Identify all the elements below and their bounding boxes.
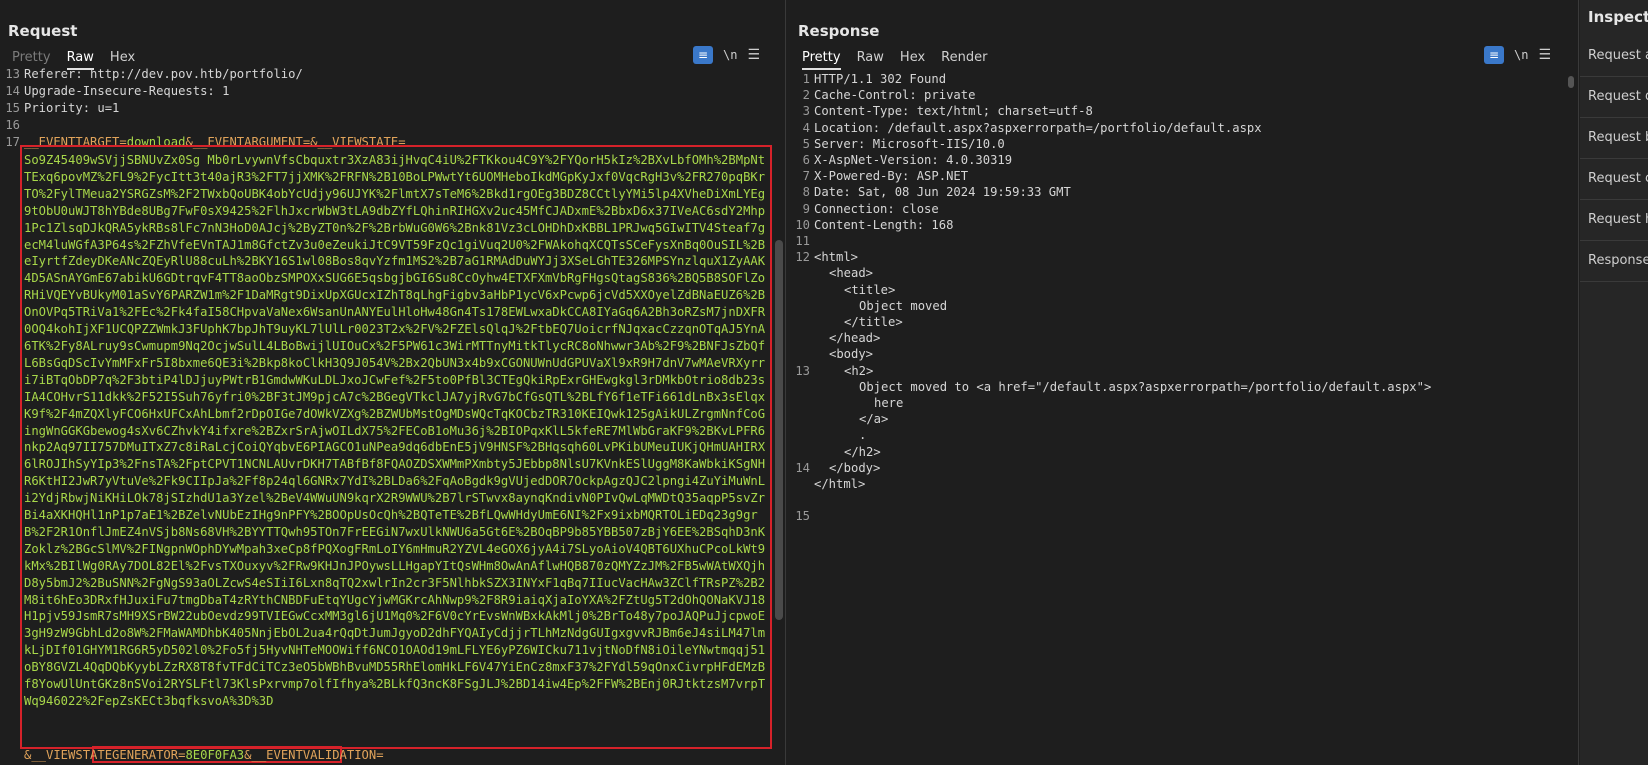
line-number: 8 <box>802 185 810 200</box>
menu-icon[interactable]: ☰ <box>747 47 760 63</box>
inspector-pane: Inspector Request attributes Request que… <box>1580 0 1648 765</box>
tab-pretty[interactable]: Pretty <box>802 48 841 70</box>
html-line: Object moved <box>859 298 948 313</box>
html-line: </title> <box>844 315 903 329</box>
line-number: 2 <box>802 88 810 103</box>
header-line: Location: /default.aspx?aspxerrorpath=/p… <box>814 120 1262 135</box>
header-line: Connection: close <box>814 201 939 216</box>
header-line: X-AspNet-Version: 4.0.30319 <box>814 153 1013 167</box>
menu-icon[interactable]: ☰ <box>1538 47 1551 63</box>
line-number: 15 <box>5 101 20 115</box>
html-line: </html> <box>814 477 866 491</box>
inspector-item[interactable]: Request cookies <box>1580 162 1648 200</box>
wrap-lines-icon[interactable]: ≡ <box>693 46 713 64</box>
line-number: 13 <box>5 67 20 81</box>
html-line: </body> <box>829 460 881 475</box>
header-line: X-Powered-By: ASP.NET <box>814 169 969 184</box>
html-line: <head> <box>829 266 874 281</box>
line-number: 11 <box>795 234 810 248</box>
header-line: HTTP/1.1 302 Found <box>814 72 947 86</box>
line-number: 12 <box>795 250 810 265</box>
code-line: Referer: http://dev.pov.htb/portfolio/ <box>24 67 303 81</box>
html-line: <html> <box>814 250 859 265</box>
response-editor[interactable]: 1 HTTP/1.1 302 Found 2 Cache-Control: priva… <box>790 70 1578 765</box>
line-number: 4 <box>802 120 810 135</box>
param-key: &__EVENTVALIDATION= <box>244 748 384 762</box>
tab-render[interactable]: Render <box>941 48 987 70</box>
line-number: 9 <box>802 201 810 216</box>
line-number: 17 <box>5 135 20 149</box>
request-scrollbar[interactable] <box>775 240 783 620</box>
param-value: 8E0F0FA3 <box>185 748 245 762</box>
header-line: Cache-Control: private <box>814 88 976 103</box>
html-line: </h2> <box>844 444 881 459</box>
html-line: <h2> <box>844 363 874 378</box>
header-line: Date: Sat, 08 Jun 2024 19:59:33 GMT <box>814 185 1071 200</box>
header-line: Content-Type: text/html; charset=utf-8 <box>814 104 1093 119</box>
code-line: Priority: u=1 <box>24 101 120 115</box>
inspector-title: Inspector <box>1588 8 1648 26</box>
param-key: &__VIEWSTATEGENERATOR= <box>24 748 186 762</box>
html-line: </head> <box>829 331 881 346</box>
tab-hex[interactable]: Hex <box>900 48 925 70</box>
line-number: 1 <box>802 72 810 86</box>
header-line: Content-Length: 168 <box>814 217 954 232</box>
html-line: here <box>874 396 904 410</box>
request-pane: Request Pretty Raw Hex ≡ \n ☰ 13 Referer… <box>0 0 786 765</box>
html-line: <title> <box>844 282 896 297</box>
request-toolbar: ≡ \n ☰ <box>693 46 760 64</box>
viewstate-tail-line: &__VIEWSTATEGENERATOR=8E0F0FA3&__EVENTVA… <box>24 748 384 762</box>
html-line: . <box>859 428 867 443</box>
request-title: Request <box>8 22 78 40</box>
line-number: 14 <box>795 460 810 475</box>
tab-raw[interactable]: Raw <box>857 48 884 70</box>
html-line: </a> <box>859 412 889 427</box>
newline-toggle-icon[interactable]: \n <box>1514 48 1528 62</box>
line-number: 14 <box>5 84 20 98</box>
line-number: 13 <box>795 363 810 378</box>
inspector-item[interactable]: Response headers <box>1580 244 1648 282</box>
line-number: 7 <box>802 169 810 184</box>
inspector-item[interactable]: Request attributes <box>1580 39 1648 77</box>
wrap-lines-icon[interactable]: ≡ <box>1484 46 1504 64</box>
line-number: 5 <box>802 136 810 151</box>
line-number: 16 <box>5 118 20 132</box>
newline-toggle-icon[interactable]: \n <box>723 48 737 62</box>
line-number: 6 <box>802 153 810 167</box>
html-line: Object moved to <a href="/default.aspx?a… <box>859 379 1432 394</box>
code-line: Upgrade-Insecure-Requests: 1 <box>24 84 230 98</box>
response-tabs: Pretty Raw Hex Render <box>794 48 995 70</box>
inspector-item[interactable]: Request query parameters <box>1580 80 1648 118</box>
inspector-item[interactable]: Request body parameters <box>1580 121 1648 159</box>
header-line: Server: Microsoft-IIS/10.0 <box>814 136 1005 151</box>
response-title: Response <box>798 22 880 40</box>
viewstate-value: So9Z45409wSVjjSBNUvZx0Sg Mb0rLvywnVfsCbq… <box>24 153 766 708</box>
line-number: 10 <box>795 217 810 232</box>
response-scrollbar[interactable] <box>1568 76 1574 88</box>
line-number: 15 <box>795 509 810 524</box>
line-number: 3 <box>802 104 810 119</box>
response-pane: Response Pretty Raw Hex Render ≡ \n ☰ 1H… <box>790 0 1579 765</box>
response-toolbar: ≡ \n ☰ <box>1484 46 1551 64</box>
inspector-item[interactable]: Request headers <box>1580 203 1648 241</box>
html-line: <body> <box>829 347 874 362</box>
